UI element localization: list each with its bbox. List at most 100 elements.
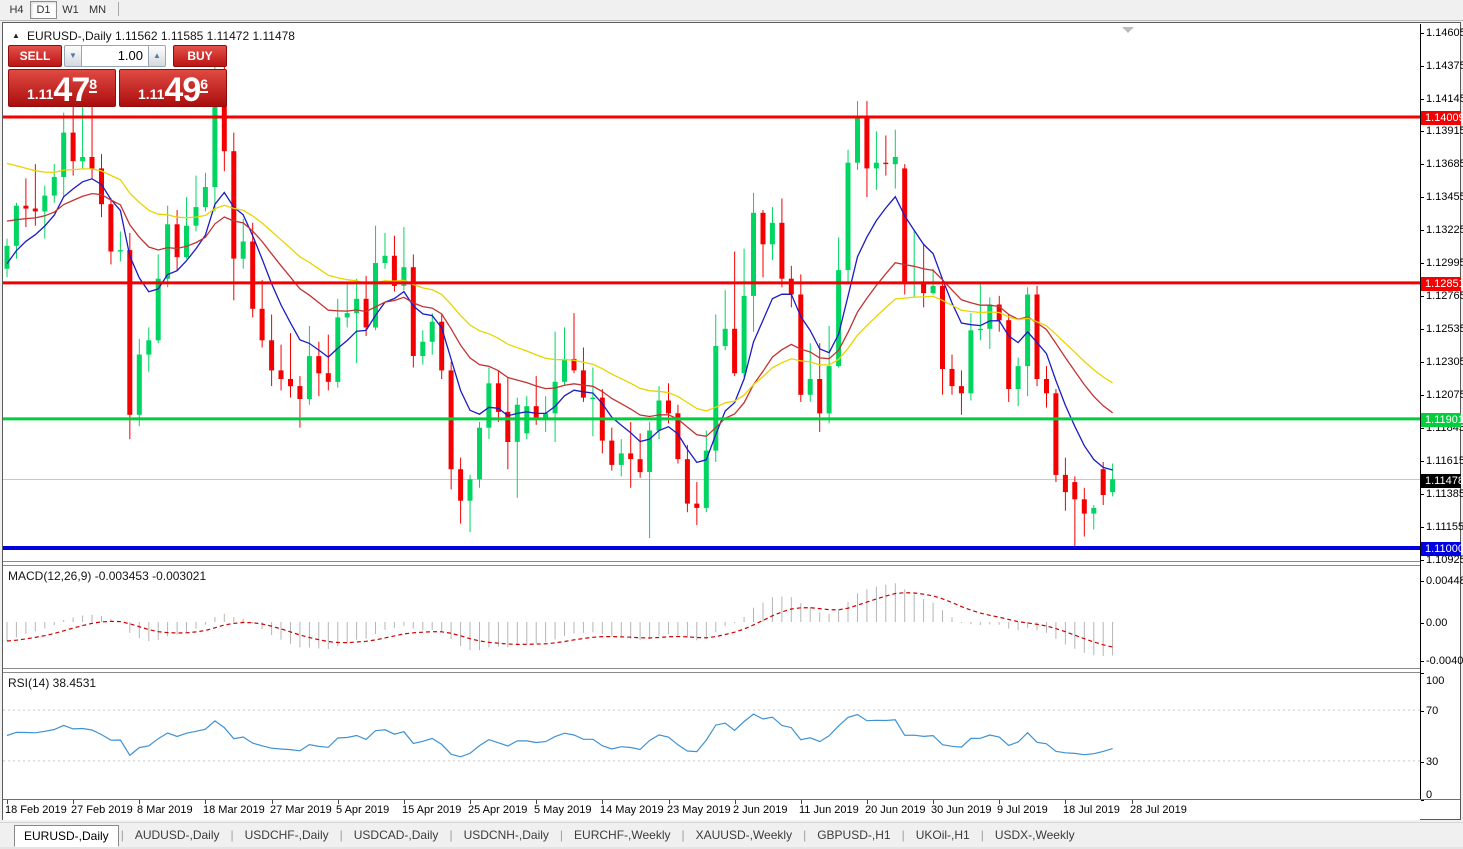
price-badge: 1.14009 — [1421, 111, 1461, 125]
price-axis-tick: 1.13455 — [1426, 191, 1463, 203]
rsi-axis-tick: 30 — [1426, 756, 1438, 768]
macd-canvas[interactable] — [3, 566, 1420, 668]
price-axis-tick: 1.14605 — [1426, 27, 1463, 39]
chart-window: ▲ EURUSD-,Daily 1.11562 1.11585 1.11472 … — [2, 22, 1461, 820]
price-axis-tickmark — [1421, 362, 1424, 363]
sell-price-big-digits: 47 — [53, 75, 89, 106]
price-axis[interactable]: 1.146051.143751.141451.139151.136851.134… — [1420, 24, 1460, 799]
sell-button[interactable]: SELL — [8, 45, 62, 67]
price-axis-tick: 1.11385 — [1426, 488, 1463, 500]
mt4-workspace: H4D1W1MN ▲ EURUSD-,Daily 1.11562 1.11585… — [0, 0, 1463, 849]
tab-separator: | — [447, 828, 454, 842]
chart-title: EURUSD-,Daily 1.11562 1.11585 1.11472 1.… — [27, 29, 295, 43]
rsi-indicator-label: RSI(14) 38.4531 — [8, 676, 96, 690]
tab-usdchf-daily[interactable]: USDCHF-,Daily — [236, 825, 338, 845]
buy-price-pip-digit: 6 — [200, 77, 208, 93]
date-axis-label: 11 Jun 2019 — [799, 804, 859, 816]
tab-eurchf-weekly[interactable]: EURCHF-,Weekly — [565, 825, 679, 845]
buy-price-big-digits: 49 — [164, 75, 200, 106]
price-axis-tickmark — [1421, 33, 1424, 34]
rsi-axis-tickmark — [1421, 673, 1424, 674]
rsi-axis-tick: 70 — [1426, 705, 1438, 717]
date-axis-label: 23 May 2019 — [667, 804, 731, 816]
tab-ukoil-h1[interactable]: UKOil-,H1 — [907, 825, 979, 845]
macd-axis-tick: 0.00 — [1426, 617, 1447, 629]
timeframe-toolbar: H4D1W1MN — [0, 0, 1463, 21]
toolbar-separator — [118, 2, 119, 16]
macd-indicator-plot[interactable] — [3, 566, 1420, 668]
macd-axis-tick: 0.004481 — [1426, 575, 1463, 587]
tab-usdcad-daily[interactable]: USDCAD-,Daily — [345, 825, 448, 845]
tab-usdx-weekly[interactable]: USDX-,Weekly — [986, 825, 1084, 845]
volume-increase-button[interactable]: ▲ — [148, 45, 166, 67]
rsi-axis-tick: 100 — [1426, 675, 1444, 687]
buy-button[interactable]: BUY — [173, 45, 227, 67]
price-axis-tick: 1.14145 — [1426, 93, 1463, 105]
timeframe-button-mn[interactable]: MN — [84, 1, 111, 19]
volume-input[interactable]: 1.00 — [82, 45, 148, 67]
price-axis-tickmark — [1421, 230, 1424, 231]
tab-eurusd-daily[interactable]: EURUSD-,Daily — [14, 825, 119, 847]
price-badge: 1.11000 — [1421, 542, 1461, 556]
price-axis-tickmark — [1421, 461, 1424, 462]
tab-separator: | — [679, 828, 686, 842]
date-axis-label: 20 Jun 2019 — [865, 804, 926, 816]
date-axis-label: 9 Jul 2019 — [997, 804, 1048, 816]
chart-symbol-label: EURUSD-,Daily — [27, 29, 112, 43]
date-axis-label: 5 May 2019 — [534, 804, 591, 816]
timeframe-button-h4[interactable]: H4 — [3, 1, 30, 19]
date-axis-label: 14 May 2019 — [600, 804, 664, 816]
tab-xauusd-weekly[interactable]: XAUUSD-,Weekly — [687, 825, 801, 845]
rsi-canvas[interactable] — [3, 673, 1420, 799]
tab-usdcnh-daily[interactable]: USDCNH-,Daily — [455, 825, 558, 845]
price-axis-tick: 1.14375 — [1426, 60, 1463, 72]
tab-separator: | — [801, 828, 808, 842]
price-axis-tick: 1.12305 — [1426, 356, 1463, 368]
tab-audusd-daily[interactable]: AUDUSD-,Daily — [126, 825, 229, 845]
sell-price-display[interactable]: 1.11478 — [8, 69, 116, 107]
tab-gbpusd-h1[interactable]: GBPUSD-,H1 — [808, 825, 899, 845]
price-axis-tickmark — [1421, 527, 1424, 528]
tab-separator: | — [119, 828, 126, 842]
date-axis-label: 15 Apr 2019 — [402, 804, 461, 816]
tab-separator: | — [229, 828, 236, 842]
volume-stepper: ▼ 1.00 ▲ — [64, 45, 166, 67]
price-badge: 1.11478 — [1421, 474, 1461, 488]
sell-price-prefix: 1.11 — [27, 86, 53, 106]
price-axis-tick: 1.12995 — [1426, 257, 1463, 269]
collapse-arrow-icon[interactable]: ▲ — [12, 31, 20, 40]
sell-price-pip-digit: 8 — [89, 77, 97, 93]
price-axis-tickmark — [1421, 560, 1424, 561]
price-axis-tick: 1.12075 — [1426, 389, 1463, 401]
macd-indicator-label: MACD(12,26,9) -0.003453 -0.003021 — [8, 569, 206, 583]
date-axis-label: 8 Mar 2019 — [137, 804, 193, 816]
timeframe-button-w1[interactable]: W1 — [57, 1, 84, 19]
date-axis[interactable]: 18 Feb 201927 Feb 20198 Mar 201918 Mar 2… — [3, 800, 1420, 820]
timeframe-button-d1[interactable]: D1 — [30, 1, 57, 19]
tab-separator: | — [979, 828, 986, 842]
date-axis-label: 18 Jul 2019 — [1063, 804, 1120, 816]
date-axis-label: 18 Feb 2019 — [5, 804, 67, 816]
rsi-indicator-plot[interactable] — [3, 673, 1420, 799]
buy-price-display[interactable]: 1.11496 — [119, 69, 227, 107]
price-axis-tickmark — [1421, 296, 1424, 297]
price-axis-tickmark — [1421, 494, 1424, 495]
macd-axis-tickmark — [1421, 623, 1424, 624]
rsi-axis-tickmark — [1421, 762, 1424, 763]
macd-axis-tick: -0.004048 — [1426, 655, 1463, 667]
chart-ohlc-values: 1.11562 1.11585 1.11472 1.11478 — [115, 29, 295, 43]
price-axis-tickmark — [1421, 329, 1424, 330]
price-axis-tickmark — [1421, 263, 1424, 264]
date-axis-label: 18 Mar 2019 — [203, 804, 265, 816]
date-axis-label: 2 Jun 2019 — [733, 804, 787, 816]
date-axis-label: 25 Apr 2019 — [468, 804, 527, 816]
date-axis-label: 27 Mar 2019 — [270, 804, 332, 816]
price-axis-tickmark — [1421, 131, 1424, 132]
volume-decrease-button[interactable]: ▼ — [64, 45, 82, 67]
date-axis-label: 30 Jun 2019 — [931, 804, 992, 816]
price-axis-tickmark — [1421, 164, 1424, 165]
tab-separator: | — [338, 828, 345, 842]
rsi-axis-tick: 0 — [1426, 789, 1432, 801]
chart-tab-bar: EURUSD-,Daily|AUDUSD-,Daily|USDCHF-,Dail… — [0, 822, 1463, 847]
price-axis-tickmark — [1421, 197, 1424, 198]
